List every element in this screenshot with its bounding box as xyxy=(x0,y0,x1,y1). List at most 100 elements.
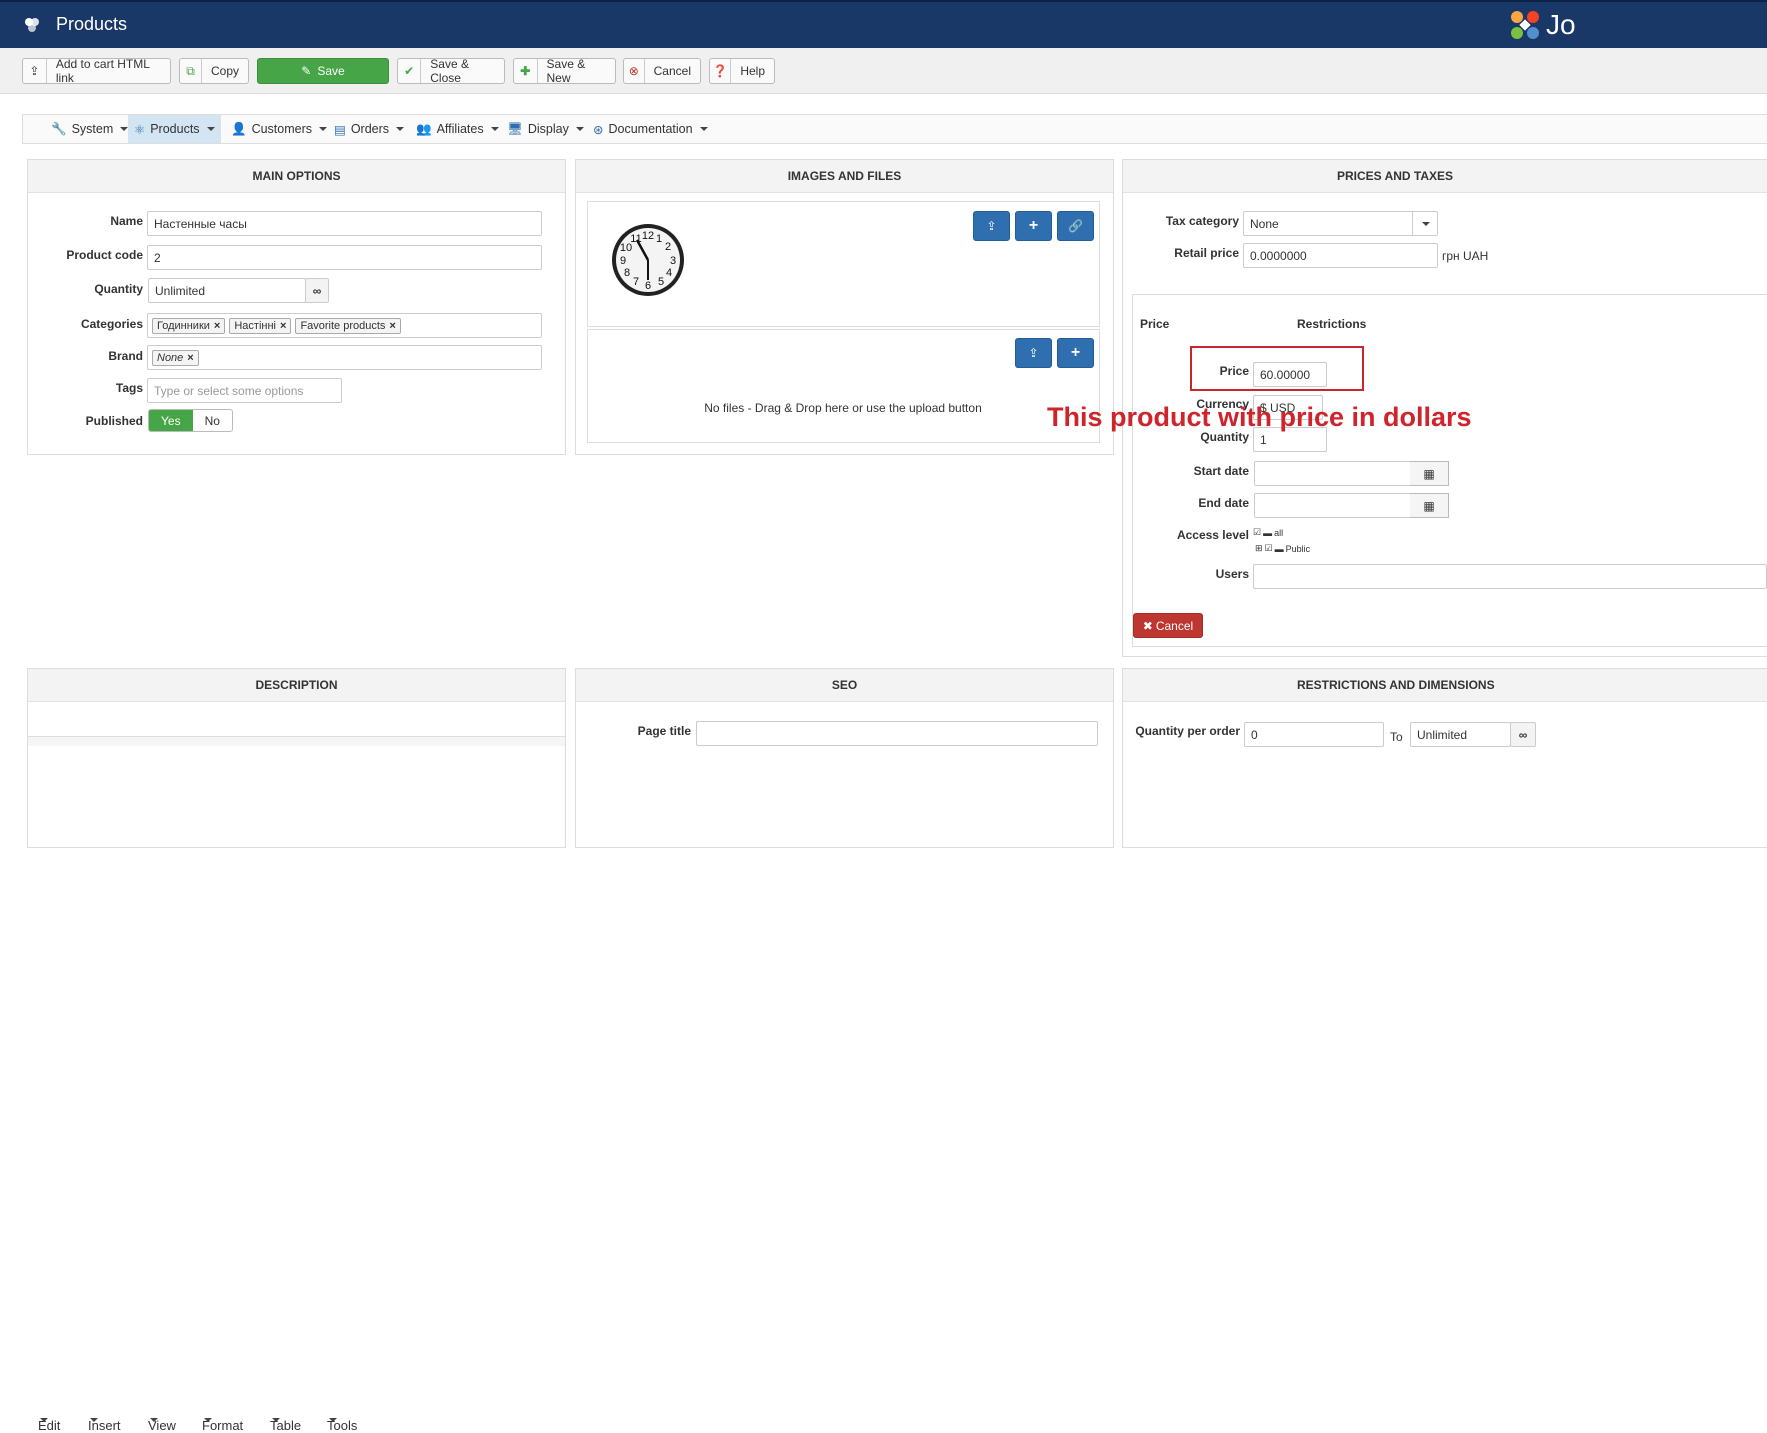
category-tag[interactable]: Favorite products × xyxy=(295,317,401,334)
start-date-field[interactable] xyxy=(1254,461,1411,486)
qty-per-order-to-field[interactable]: Unlimited xyxy=(1410,722,1511,747)
category-tag[interactable]: Годинники × xyxy=(152,317,226,334)
retail-currency: грн UAH xyxy=(1442,249,1489,263)
tax-category-value: None xyxy=(1250,216,1279,231)
quantity-field[interactable]: Unlimited xyxy=(148,278,306,303)
upload-icon: ⇪ xyxy=(23,59,47,83)
categories-label: Categories xyxy=(80,317,143,331)
checkbox-icon[interactable]: ☑ xyxy=(1265,543,1273,554)
chevron-down-icon xyxy=(40,1418,48,1422)
tags-field[interactable]: Type or select some options xyxy=(147,378,342,403)
lifebuoy-icon: ⊛ xyxy=(593,122,604,137)
chevron-down-icon xyxy=(329,1418,337,1422)
expand-icon[interactable]: ⊞ xyxy=(1255,543,1263,554)
menu-customers[interactable]: 👤 Customers xyxy=(225,115,333,143)
price-field[interactable]: 60.00000 xyxy=(1253,362,1327,387)
retail-price-field[interactable]: 0.0000000 xyxy=(1243,243,1438,268)
save-new-button[interactable]: ✚ Save & New xyxy=(513,57,616,85)
user-icon: 👤 xyxy=(231,121,247,136)
svg-text:3: 3 xyxy=(670,255,676,267)
qty-per-order-from-field[interactable]: 0 xyxy=(1244,722,1384,747)
edit-icon: ✎ xyxy=(301,64,312,78)
users-field[interactable] xyxy=(1253,564,1767,589)
link-image-button[interactable]: 🔗 xyxy=(1057,211,1094,241)
save-button[interactable]: ✎ Save xyxy=(257,58,389,84)
save-close-button[interactable]: ✔ Save & Close xyxy=(397,57,505,85)
tax-category-select[interactable]: None xyxy=(1243,211,1438,236)
copy-button[interactable]: ⧉ Copy xyxy=(179,58,249,84)
menu-customers-label: Customers xyxy=(251,122,313,136)
price-column-heading: Price xyxy=(1140,317,1170,331)
published-yes-button[interactable]: Yes xyxy=(149,410,193,431)
upload-image-button[interactable]: ⇪ xyxy=(973,211,1010,241)
page-header: Products xyxy=(22,14,127,35)
check-icon: ✔ xyxy=(398,59,422,83)
menu-system[interactable]: 🔧 System xyxy=(45,115,134,143)
editor-toolbar xyxy=(28,736,565,746)
tags-placeholder: Type or select some options xyxy=(154,383,304,398)
add-to-cart-link-button[interactable]: ⇪ Add to cart HTML link xyxy=(22,57,171,85)
page-title-label: Page title xyxy=(637,724,691,738)
remove-icon[interactable]: × xyxy=(280,320,286,332)
menu-orders-label: Orders xyxy=(350,122,390,136)
access-all-item[interactable]: ☑ ▬ all xyxy=(1253,527,1283,538)
help-button[interactable]: ❓ Help xyxy=(709,58,775,84)
brand-field[interactable]: None × xyxy=(147,345,542,370)
calendar-icon[interactable]: ▦ xyxy=(1410,493,1449,518)
access-public-label: Public xyxy=(1285,543,1311,554)
restrictions-dimensions-panel: RESTRICTIONS AND DIMENSIONS xyxy=(1122,668,1767,848)
published-label: Published xyxy=(85,414,143,428)
brand-tag[interactable]: None × xyxy=(152,349,199,366)
folder-icon: ▬ xyxy=(1274,543,1284,554)
access-public-item[interactable]: ⊞ ☑ ▬ Public xyxy=(1255,543,1310,554)
chevron-down-icon[interactable] xyxy=(1412,212,1437,235)
prices-taxes-heading: PRICES AND TAXES xyxy=(1123,160,1767,193)
checkbox-icon[interactable]: ☑ xyxy=(1253,527,1261,538)
name-label: Name xyxy=(110,214,143,228)
tax-category-label: Tax category xyxy=(1165,214,1239,228)
link-icon: 🔗 xyxy=(1068,219,1083,233)
category-tag-label: Favorite products xyxy=(300,319,386,332)
save-close-label: Save & Close xyxy=(430,57,469,85)
svg-text:9: 9 xyxy=(620,255,626,267)
svg-text:8: 8 xyxy=(624,267,630,279)
menu-products[interactable]: ⚛ Products xyxy=(128,115,221,143)
cubes-icon: ⚛ xyxy=(134,122,146,137)
categories-field[interactable]: Годинники × Настінні × Favorite products × xyxy=(147,313,542,338)
main-options-panel: MAIN OPTIONS xyxy=(27,159,566,455)
page-title-field[interactable] xyxy=(696,721,1098,746)
add-image-button[interactable]: + xyxy=(1015,211,1052,241)
unlimited-toggle[interactable]: ∞ xyxy=(1510,722,1536,747)
chevron-down-icon xyxy=(319,127,328,131)
product-code-field[interactable]: 2 xyxy=(147,245,542,270)
add-file-button[interactable]: + xyxy=(1057,338,1094,368)
product-image-clock[interactable]: 12 1234567891011 xyxy=(610,222,686,298)
menu-affiliates[interactable]: 👥 Affiliates xyxy=(410,115,505,143)
seo-panel: SEO xyxy=(575,668,1114,848)
calendar-icon[interactable]: ▦ xyxy=(1410,461,1449,486)
description-heading: DESCRIPTION xyxy=(28,669,565,702)
brand-label: Brand xyxy=(108,349,143,363)
menu-documentation[interactable]: ⊛ Documentation xyxy=(587,115,714,143)
name-field[interactable]: Настенные часы xyxy=(147,211,542,236)
upload-icon: ⇪ xyxy=(986,219,997,233)
svg-text:5: 5 xyxy=(658,276,664,288)
remove-icon[interactable]: × xyxy=(389,320,395,332)
end-date-field[interactable] xyxy=(1254,493,1411,518)
to-label: To xyxy=(1390,730,1403,744)
category-tag[interactable]: Настінні × xyxy=(229,317,292,334)
cancel-button[interactable]: ⊗ Cancel xyxy=(623,58,701,84)
price-cancel-button[interactable]: ✖ Cancel xyxy=(1133,613,1203,638)
unlimited-toggle[interactable]: ∞ xyxy=(305,278,329,303)
toolbar: ⇪ Add to cart HTML link ⧉ Copy ✎ Save ✔ Save… xyxy=(0,48,1767,94)
menu-display[interactable]: 🖥 Display xyxy=(501,115,590,143)
plus-icon: + xyxy=(1070,344,1081,361)
remove-icon[interactable]: × xyxy=(187,352,193,364)
menu-orders[interactable]: ▤ Orders xyxy=(328,115,410,143)
copy-icon: ⧉ xyxy=(180,59,202,83)
remove-icon[interactable]: × xyxy=(214,320,220,332)
component-menu: 🔧 System ⚛ Products 👤 Customers ▤ Orders 👥 Af… xyxy=(22,114,1767,144)
images-files-heading: IMAGES AND FILES xyxy=(576,160,1113,193)
upload-file-button[interactable]: ⇪ xyxy=(1015,338,1052,368)
published-no-button[interactable]: No xyxy=(193,410,232,431)
